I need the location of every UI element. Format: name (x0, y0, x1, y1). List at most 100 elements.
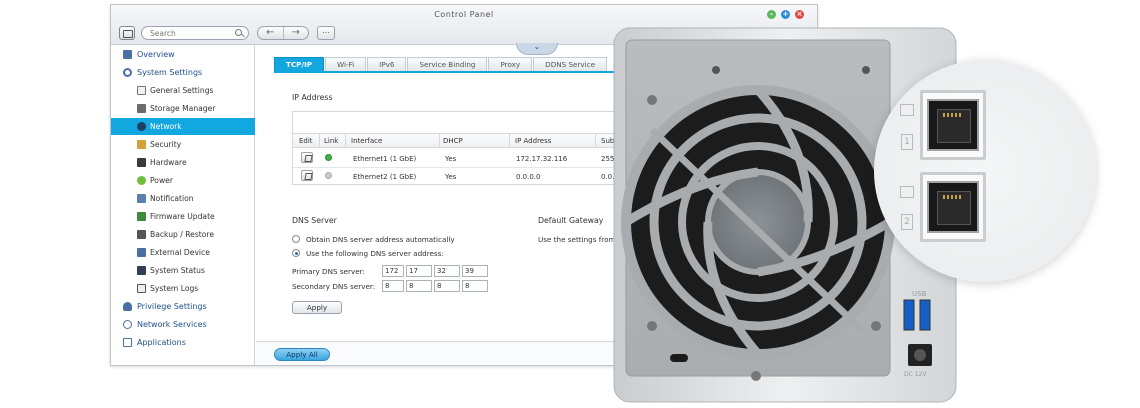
primary-dns-octet-2[interactable] (406, 265, 432, 277)
sidebar: Overview System Settings General Setting… (111, 45, 255, 365)
sidebar-item-label: Network Services (137, 320, 207, 329)
column-header-link: Link (324, 137, 339, 145)
edit-ethernet1-button[interactable] (301, 152, 313, 163)
apps-grid-button[interactable]: ⋯ (317, 26, 335, 40)
sidebar-item-storage-manager[interactable]: Storage Manager (111, 100, 255, 117)
column-header-interface: Interface (351, 137, 383, 145)
network-port-icon (900, 104, 914, 116)
table-cell-dhcp: Yes (445, 173, 457, 181)
dns-manual-radio[interactable] (292, 249, 300, 257)
sidebar-item-label: Overview (137, 50, 175, 59)
table-cell-interface: Ethernet2 (1 GbE) (353, 173, 417, 181)
tab-tcp-ip[interactable]: TCP/IP (274, 57, 325, 71)
sidebar-item-system-logs[interactable]: System Logs (111, 280, 255, 297)
monitor-icon (137, 266, 146, 275)
column-header-ip-address: IP Address (515, 137, 552, 145)
power-label: DC 12V (904, 371, 927, 378)
primary-dns-octet-1[interactable] (382, 265, 404, 277)
document-icon (137, 86, 146, 95)
dns-auto-label: Obtain DNS server address automatically (306, 235, 455, 244)
port-number-1: 1 (901, 134, 913, 150)
dns-manual-label: Use the following DNS server address: (306, 249, 444, 258)
default-gateway-title: Default Gateway (538, 216, 604, 225)
sidebar-item-general-settings[interactable]: General Settings (111, 82, 255, 99)
network-icon (137, 122, 146, 131)
sidebar-item-network-services[interactable]: Network Services (111, 316, 255, 333)
sidebar-item-label: System Logs (150, 284, 199, 293)
user-icon (123, 302, 132, 311)
lan-port-1 (920, 90, 986, 160)
sidebar-item-notification[interactable]: Notification (111, 190, 255, 207)
usb-label: USB (912, 290, 927, 298)
dns-apply-button[interactable]: Apply (292, 301, 342, 314)
ip-address-title: IP Address (292, 93, 333, 102)
sidebar-item-label: Storage Manager (150, 104, 216, 113)
secondary-dns-octet-3[interactable] (434, 280, 460, 292)
sidebar-item-security[interactable]: Security (111, 136, 255, 153)
search-icon[interactable] (235, 29, 242, 36)
back-button[interactable]: ← (258, 27, 283, 39)
primary-dns-octet-4[interactable] (462, 265, 488, 277)
sidebar-item-network[interactable]: Network (111, 118, 255, 135)
secondary-dns-octet-4[interactable] (462, 280, 488, 292)
sidebar-item-label: System Settings (137, 68, 203, 77)
sidebar-item-label: Hardware (150, 158, 187, 167)
sidebar-item-firmware-update[interactable]: Firmware Update (111, 208, 255, 225)
secondary-dns-octet-2[interactable] (406, 280, 432, 292)
tab-service-binding[interactable]: Service Binding (407, 57, 488, 71)
column-header-edit: Edit (299, 137, 313, 145)
tab-wi-fi[interactable]: Wi-Fi (325, 57, 367, 71)
control-panel-app-icon[interactable] (119, 26, 135, 40)
sidebar-item-label: External Device (150, 248, 210, 257)
globe-icon (123, 320, 132, 329)
search-input[interactable] (141, 26, 249, 40)
primary-dns-octet-3[interactable] (434, 265, 460, 277)
sidebar-item-label: Firmware Update (150, 212, 215, 221)
sidebar-item-power[interactable]: Power (111, 172, 255, 189)
sidebar-item-system-settings[interactable]: System Settings (111, 64, 255, 81)
sidebar-item-label: General Settings (150, 86, 214, 95)
storage-icon (137, 104, 146, 113)
secondary-dns-label: Secondary DNS server: (292, 282, 376, 291)
sidebar-item-label: Applications (137, 338, 186, 347)
sidebar-item-applications[interactable]: Applications (111, 334, 255, 351)
link-status-down-icon (325, 172, 332, 179)
sidebar-item-backup-restore[interactable]: Backup / Restore (111, 226, 255, 243)
port-number-2: 2 (901, 214, 913, 230)
apply-all-button[interactable]: Apply All (274, 348, 330, 361)
external-device-icon (137, 248, 146, 257)
sidebar-item-system-status[interactable]: System Status (111, 262, 255, 279)
power-icon (137, 176, 146, 185)
logs-icon (137, 284, 146, 293)
tab-ipv6[interactable]: IPv6 (367, 57, 407, 71)
tab-proxy[interactable]: Proxy (488, 57, 533, 71)
default-gateway-text: Use the settings from (538, 235, 616, 244)
lan-port-2 (920, 172, 986, 242)
notification-icon (137, 194, 146, 203)
firmware-icon (137, 212, 146, 221)
network-port-icon (900, 186, 914, 198)
sidebar-item-privilege-settings[interactable]: Privilege Settings (111, 298, 255, 315)
forward-button[interactable]: → (282, 27, 309, 39)
table-cell-interface: Ethernet1 (1 GbE) (353, 155, 417, 163)
table-cell-ip: 0.0.0.0 (516, 173, 541, 181)
column-header-dhcp: DHCP (443, 137, 463, 145)
primary-dns-label: Primary DNS server: (292, 267, 365, 276)
sidebar-item-external-device[interactable]: External Device (111, 244, 255, 261)
tab-ddns-service[interactable]: DDNS Service (533, 57, 608, 71)
lock-icon (137, 140, 146, 149)
table-cell-ip: 172.17.32.116 (516, 155, 568, 163)
edit-ethernet2-button[interactable] (301, 170, 313, 181)
lan-ports-magnifier: 1 2 (874, 60, 1096, 282)
fan-grille (621, 85, 895, 359)
collapse-toggle[interactable]: ⌄ (516, 43, 558, 55)
overview-icon (123, 50, 132, 59)
gear-icon (123, 68, 132, 77)
sidebar-item-label: Security (150, 140, 182, 149)
sidebar-item-hardware[interactable]: Hardware (111, 154, 255, 171)
ip-address-table: Edit Link Interface DHCP IP Address Subn… (292, 111, 632, 185)
dns-auto-radio[interactable] (292, 235, 300, 243)
secondary-dns-octet-1[interactable] (382, 280, 404, 292)
sidebar-item-label: Notification (150, 194, 194, 203)
sidebar-item-overview[interactable]: Overview (111, 46, 255, 63)
